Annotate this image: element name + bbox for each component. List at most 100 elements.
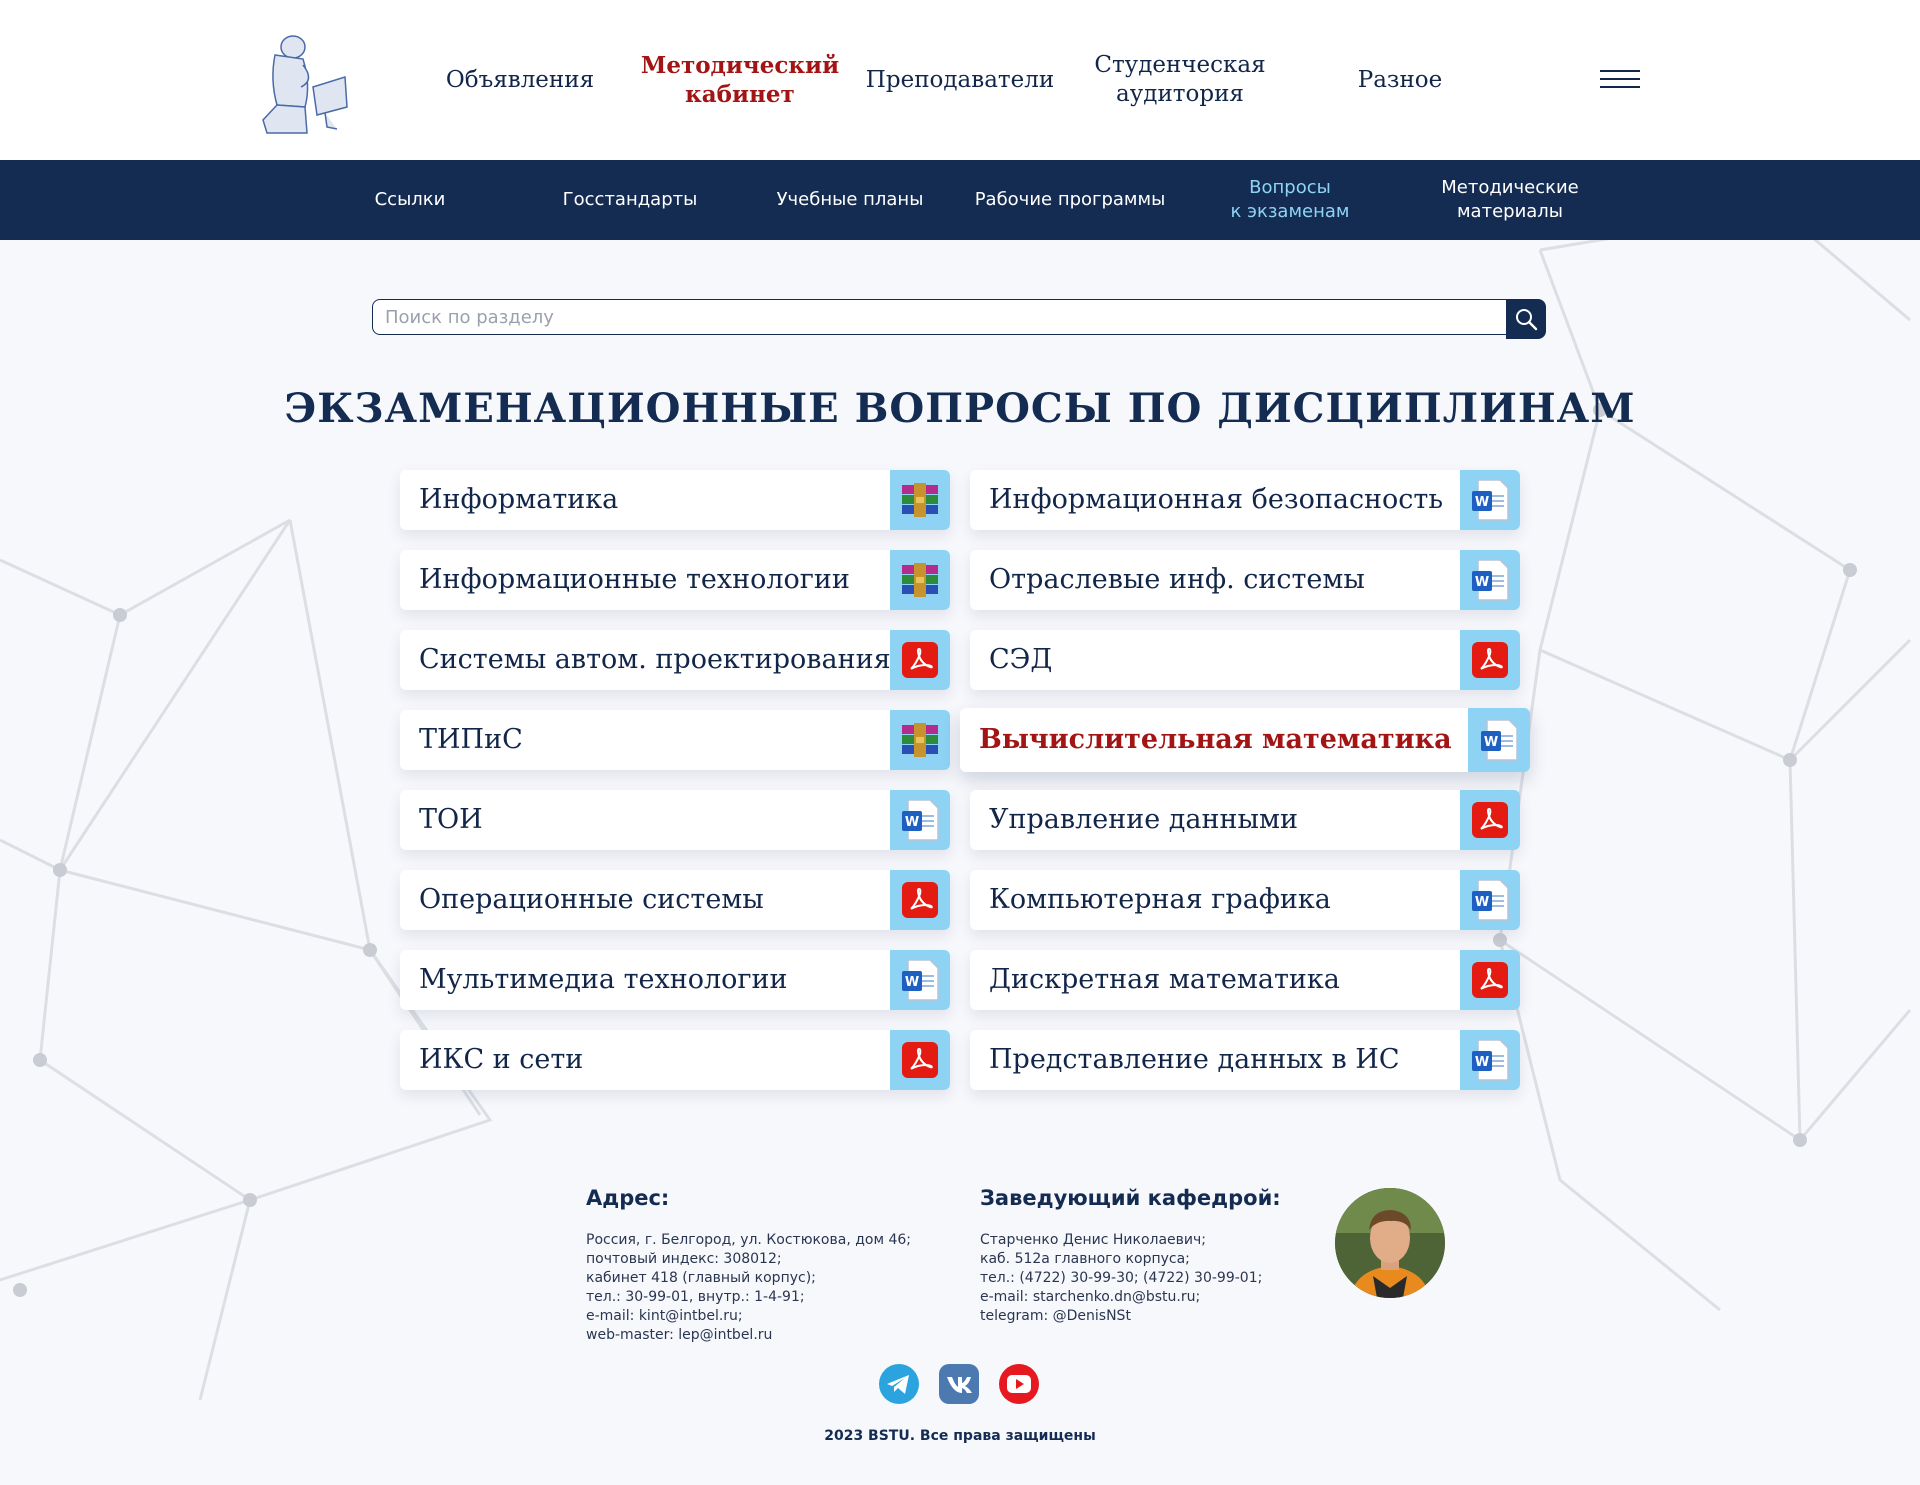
archive-icon[interactable] — [890, 550, 950, 610]
head-of-department-photo — [1335, 1188, 1445, 1298]
hamburger-icon[interactable] — [1600, 70, 1640, 92]
discipline-name: ТОИ — [419, 804, 483, 835]
address-line: e-mail: kint@intbel.ru; — [586, 1308, 743, 1324]
subnav-standards[interactable]: Госстандарты — [540, 160, 720, 240]
nav-teachers[interactable]: Преподаватели — [860, 48, 1060, 112]
svg-text:W: W — [905, 975, 919, 990]
discipline-name: Дискретная математика — [989, 964, 1340, 995]
telegram-icon[interactable] — [878, 1363, 920, 1405]
archive-icon[interactable] — [890, 710, 950, 770]
subnav-methodical-materials[interactable]: Методические материалы — [1410, 160, 1610, 240]
contact-line: каб. 512а главного корпуса; — [980, 1251, 1190, 1267]
search-button[interactable] — [1506, 299, 1546, 339]
hamburger-line — [1600, 70, 1640, 72]
discipline-card[interactable]: Системы автом. проектирования — [400, 630, 950, 690]
pdf-icon[interactable] — [890, 870, 950, 930]
word-icon[interactable]: W — [890, 950, 950, 1010]
word-icon[interactable]: W — [1460, 470, 1520, 530]
contact-line: telegram: @DenisNSt — [980, 1308, 1131, 1324]
svg-text:W: W — [1475, 575, 1489, 590]
discipline-card[interactable]: Вычислительная математика W — [960, 708, 1530, 772]
address-line: Россия, г. Белгород, ул. Костюкова, дом … — [586, 1232, 912, 1248]
subnav-work-programs[interactable]: Рабочие программы — [960, 160, 1180, 240]
discipline-card[interactable]: Операционные системы — [400, 870, 950, 930]
svg-text:W: W — [1475, 495, 1489, 510]
pdf-icon[interactable] — [1460, 950, 1520, 1010]
word-icon[interactable]: W — [1460, 870, 1520, 930]
discipline-card[interactable]: Представление данных в ИС W — [970, 1030, 1520, 1090]
pdf-icon[interactable] — [1460, 790, 1520, 850]
pdf-icon[interactable] — [890, 630, 950, 690]
discipline-name: Представление данных в ИС — [989, 1044, 1400, 1075]
subnav-exam-questions[interactable]: Вопросы к экзаменам — [1200, 160, 1380, 240]
nav-student-auditorium[interactable]: Студенческая аудитория — [1080, 48, 1280, 112]
youtube-icon[interactable] — [998, 1363, 1040, 1405]
discipline-card[interactable]: ТИПиС — [400, 710, 950, 770]
address-heading: Адрес: — [586, 1186, 670, 1210]
subnav-label: Вопросы к экзаменам — [1230, 177, 1350, 222]
discipline-name: Компьютерная графика — [989, 884, 1331, 915]
contact-line: e-mail: starchenko.dn@bstu.ru; — [980, 1289, 1201, 1305]
site-header: Объявления Методический кабинет Преподав… — [0, 0, 1920, 160]
discipline-card[interactable]: Компьютерная графика W — [970, 870, 1520, 930]
word-icon[interactable]: W — [890, 790, 950, 850]
copyright: 2023 BSTU. Все права защищены — [824, 1428, 1096, 1444]
nav-label: Студенческая аудитория — [1094, 52, 1266, 107]
head-of-department-lines: Старченко Денис Николаевич; каб. 512а гл… — [980, 1231, 1262, 1326]
subnav-label: Госстандарты — [562, 189, 698, 210]
vk-icon[interactable] — [938, 1363, 980, 1405]
discipline-name: Отраслевые инф. системы — [989, 564, 1365, 595]
address-line: тел.: 30-99-01, внутр.: 1-4-91; — [586, 1289, 805, 1305]
head-of-department-heading: Заведующий кафедрой: — [980, 1186, 1281, 1210]
word-icon[interactable]: W — [1468, 708, 1530, 772]
discipline-card[interactable]: Информатика — [400, 470, 950, 530]
nav-announcements[interactable]: Объявления — [440, 48, 600, 112]
search-input[interactable] — [372, 299, 1507, 335]
address-line: почтовый индекс: 308012; — [586, 1251, 782, 1267]
svg-text:W: W — [1475, 1055, 1489, 1070]
discipline-card[interactable]: Информационная безопасность W — [970, 470, 1520, 530]
discipline-name: Управление данными — [989, 804, 1298, 835]
discipline-card[interactable]: Управление данными — [970, 790, 1520, 850]
discipline-card[interactable]: ИКС и сети — [400, 1030, 950, 1090]
discipline-card[interactable]: ТОИ W — [400, 790, 950, 850]
svg-text:W: W — [1484, 735, 1498, 750]
subnav-curricula[interactable]: Учебные планы — [760, 160, 940, 240]
search-icon — [1516, 309, 1538, 331]
pdf-icon[interactable] — [1460, 630, 1520, 690]
discipline-card[interactable]: Мультимедиа технологии W — [400, 950, 950, 1010]
thinker-logo[interactable] — [245, 25, 355, 135]
discipline-name: Операционные системы — [419, 884, 764, 915]
nav-label: Методический кабинет — [640, 52, 840, 108]
discipline-card[interactable]: Отраслевые инф. системы W — [970, 550, 1520, 610]
discipline-card[interactable]: Дискретная математика — [970, 950, 1520, 1010]
discipline-name: ТИПиС — [419, 724, 523, 755]
nav-methodical-cabinet[interactable]: Методический кабинет — [640, 48, 840, 112]
subnav-label: Рабочие программы — [974, 189, 1166, 210]
word-icon[interactable]: W — [1460, 1030, 1520, 1090]
svg-text:W: W — [1475, 895, 1489, 910]
discipline-name: Информационная безопасность — [989, 484, 1444, 515]
discipline-name: Системы автом. проектирования — [419, 644, 891, 675]
section-search — [372, 299, 1547, 339]
discipline-name: Вычислительная математика — [979, 724, 1452, 755]
section-subnav: Ссылки Госстандарты Учебные планы Рабочи… — [0, 160, 1920, 240]
svg-text:W: W — [905, 815, 919, 830]
hamburger-line — [1600, 78, 1640, 80]
nav-misc[interactable]: Разное — [1320, 48, 1480, 112]
discipline-name: Мультимедиа технологии — [419, 964, 788, 995]
page-title: ЭКЗАМЕНАЦИОННЫЕ ВОПРОСЫ ПО ДИСЦИПЛИНАМ — [284, 385, 1636, 432]
subnav-label: Методические материалы — [1441, 177, 1579, 222]
discipline-name: Информатика — [419, 484, 619, 515]
pdf-icon[interactable] — [890, 1030, 950, 1090]
hamburger-line — [1600, 86, 1640, 88]
nav-label: Объявления — [445, 66, 595, 93]
address-line: кабинет 418 (главный корпус); — [586, 1270, 816, 1286]
subnav-links[interactable]: Ссылки — [330, 160, 490, 240]
word-icon[interactable]: W — [1460, 550, 1520, 610]
discipline-card[interactable]: СЭД — [970, 630, 1520, 690]
archive-icon[interactable] — [890, 470, 950, 530]
discipline-name: ИКС и сети — [419, 1044, 584, 1075]
discipline-card[interactable]: Информационные технологии — [400, 550, 950, 610]
address-line: web-master: lep@intbel.ru — [586, 1327, 773, 1343]
